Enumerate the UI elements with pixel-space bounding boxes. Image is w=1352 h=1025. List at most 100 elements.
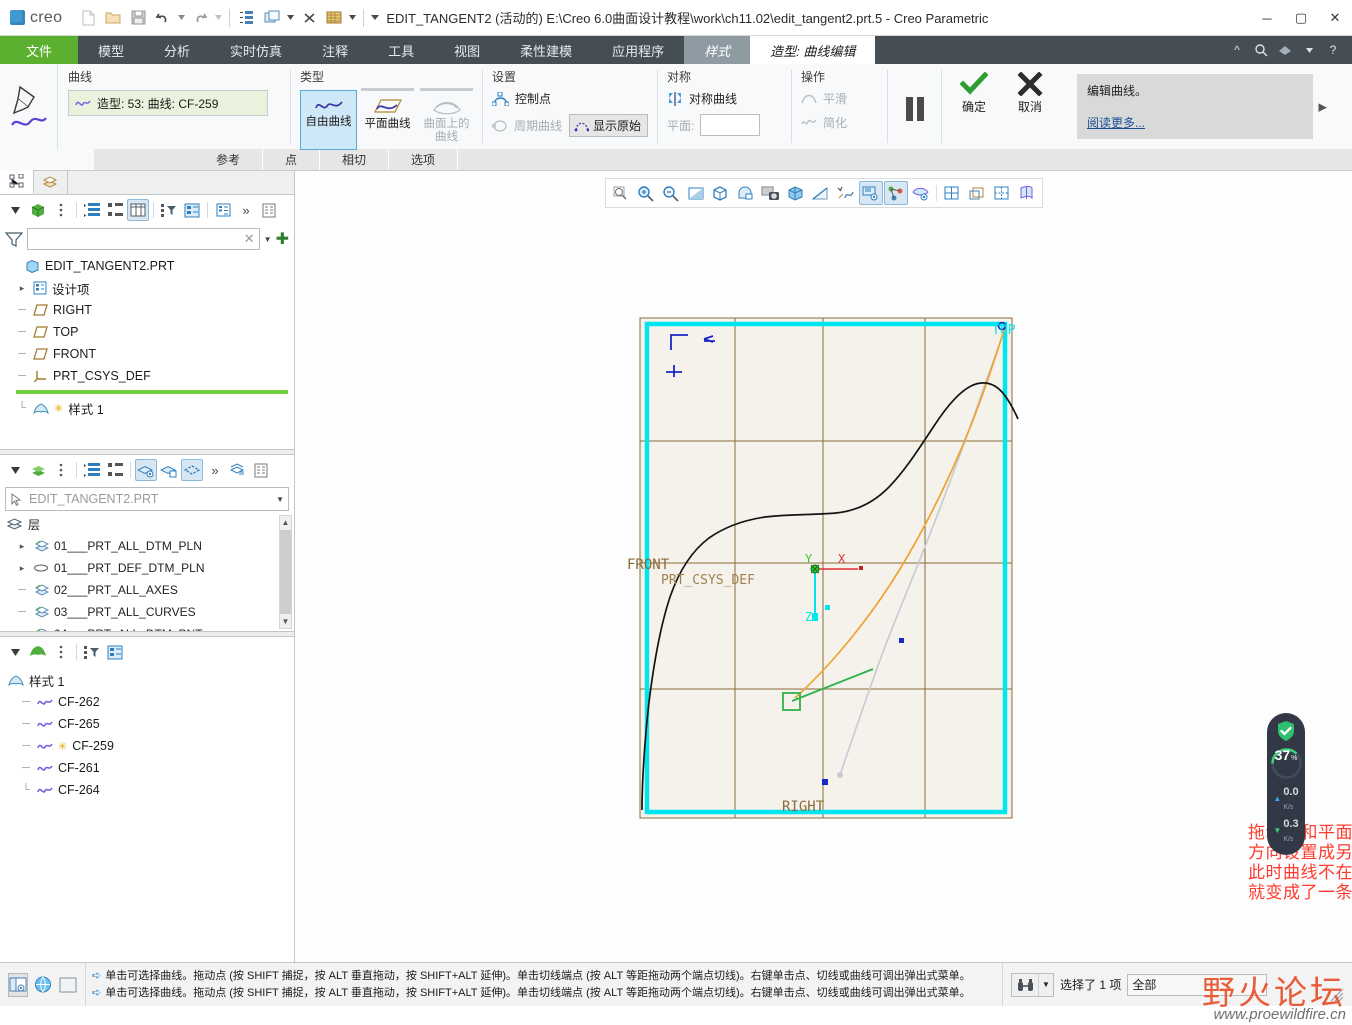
scroll-up-icon[interactable]: ▲ — [282, 516, 290, 529]
ribbon-tab-flexible-modeling[interactable]: 柔性建模 — [500, 36, 592, 64]
filter-dropdown-icon[interactable]: ▼ — [264, 235, 272, 244]
pause-button[interactable] — [887, 64, 941, 149]
ribbon-tab-model[interactable]: 模型 — [78, 36, 144, 64]
tree-node-csys[interactable]: ─ PRT_CSYS_DEF — [8, 365, 294, 387]
curve-selection-field[interactable]: 造型: 53: 曲线: CF-259 — [68, 90, 268, 116]
layer-tree-tab[interactable] — [34, 170, 68, 194]
window-dropdown-icon[interactable] — [285, 6, 296, 30]
planar-curve-button[interactable]: 平面曲线 — [359, 88, 416, 150]
model-tree-search-input[interactable] — [32, 232, 244, 246]
overflow-icon[interactable]: » — [235, 199, 257, 221]
zoom-out-icon[interactable] — [659, 181, 683, 205]
help-expand-icon[interactable]: ▶ — [1319, 100, 1327, 113]
style-curve-item[interactable]: ─ CF-262 — [8, 691, 294, 713]
help-icon[interactable]: ? — [1322, 36, 1344, 64]
style-options-icon[interactable] — [50, 641, 72, 663]
ribbon-tab-applications[interactable]: 应用程序 — [592, 36, 684, 64]
window-icon[interactable] — [260, 6, 284, 30]
navigator-toggle-icon[interactable] — [8, 972, 28, 997]
tree-node-front[interactable]: ─ FRONT — [8, 343, 294, 365]
close-window-icon[interactable] — [297, 6, 321, 30]
saved-orientation-icon[interactable] — [709, 181, 733, 205]
layer-select-icon[interactable] — [181, 459, 203, 481]
perspective-icon[interactable] — [809, 181, 833, 205]
display-dropdown-icon[interactable] — [347, 6, 358, 30]
show-original-button[interactable]: 显示原始 — [569, 114, 649, 137]
ribbon-tab-file[interactable]: 文件 — [0, 36, 79, 64]
selection-tool-combo[interactable]: ▼ — [1011, 972, 1054, 997]
layer-item[interactable]: ─ 02___PRT_ALL_AXES — [6, 579, 294, 601]
layer-model-dropdown-icon[interactable]: ▼ — [276, 495, 284, 504]
tree-node-right[interactable]: ─ RIGHT — [8, 299, 294, 321]
performance-widget[interactable]: 37% ▲ 0.0 K/s ▼ 0.3 K/s — [1267, 713, 1305, 855]
datum-display-icon[interactable] — [834, 181, 858, 205]
tree-columns-icon[interactable] — [127, 199, 149, 221]
subtab-tangency[interactable]: 相切 — [320, 149, 390, 170]
collapse-ribbon-icon[interactable]: ^ — [1226, 36, 1248, 64]
symmetric-curve-option[interactable]: 对称曲线 — [667, 90, 737, 107]
repaint-icon[interactable] — [684, 181, 708, 205]
display-style-icon[interactable] — [322, 6, 346, 30]
selection-dropdown-icon[interactable]: ▼ — [1038, 973, 1053, 996]
model-cube-icon[interactable] — [27, 199, 49, 221]
graphics-viewport[interactable]: TOP FRONT RIGHT PRT_CSYS_DEF Y X Z 拖动点和平… — [295, 171, 1352, 962]
style-filter-icon[interactable] — [81, 641, 103, 663]
account-icon[interactable] — [1274, 36, 1296, 64]
redo-icon[interactable] — [188, 6, 212, 30]
section-icon[interactable] — [965, 181, 989, 205]
tree-node-top[interactable]: ─ TOP — [8, 321, 294, 343]
model-tree-tab[interactable] — [0, 170, 34, 194]
layer-overflow-icon[interactable]: » — [204, 459, 226, 481]
ok-button[interactable]: 确定 — [951, 72, 997, 115]
model-tree-search-field[interactable]: ✕ — [27, 228, 260, 250]
tree-node-style-1[interactable]: └ ✳ 样式 1 — [8, 397, 294, 419]
layer-expander[interactable]: ▸ — [16, 541, 28, 552]
free-curve-button[interactable]: 自由曲线 — [300, 90, 357, 150]
refit-icon[interactable] — [609, 181, 633, 205]
expand-all-icon[interactable] — [81, 199, 103, 221]
read-more-link[interactable]: 阅读更多... — [1087, 114, 1303, 131]
redo-dropdown-icon[interactable] — [213, 6, 224, 30]
ribbon-tab-live-simulation[interactable]: 实时仿真 — [210, 36, 302, 64]
subtab-points[interactable]: 点 — [263, 149, 321, 170]
open-file-icon[interactable] — [101, 6, 125, 30]
layer-item[interactable]: ▸ 01___PRT_DEF_DTM_PLN — [6, 557, 294, 579]
ribbon-tab-curve-edit[interactable]: 造型: 曲线编辑 — [750, 36, 876, 64]
minimize-button[interactable]: ─ — [1250, 0, 1284, 36]
ribbon-tab-analysis[interactable]: 分析 — [144, 36, 210, 64]
qat-customize-icon[interactable] — [369, 6, 380, 30]
zoom-in-icon[interactable] — [634, 181, 658, 205]
tree-node-design-items[interactable]: ▸ 设计项 — [8, 277, 294, 299]
tree-node-part[interactable]: EDIT_TANGENT2.PRT — [8, 255, 294, 277]
undo-icon[interactable] — [151, 6, 175, 30]
search-icon[interactable] — [1250, 36, 1272, 64]
layer-new-icon[interactable] — [227, 459, 249, 481]
layer-scrollbar[interactable]: ▲ ▼ — [279, 515, 292, 629]
browser-toggle-icon[interactable] — [33, 973, 53, 997]
tree-detail-icon[interactable] — [258, 199, 280, 221]
grid-icon[interactable] — [940, 181, 964, 205]
snapshot-icon[interactable] — [759, 181, 783, 205]
tree-options-icon[interactable] — [50, 199, 72, 221]
cad-model-drawing[interactable]: TOP FRONT RIGHT PRT_CSYS_DEF Y X Z — [295, 171, 1352, 962]
layer-isolate-icon[interactable] — [158, 459, 180, 481]
layer-expand-icon[interactable] — [81, 459, 103, 481]
save-icon[interactable] — [126, 6, 150, 30]
tree-list-icon[interactable] — [212, 199, 234, 221]
layer-show-icon[interactable] — [135, 459, 157, 481]
ribbon-tab-tools[interactable]: 工具 — [368, 36, 434, 64]
layer-item[interactable]: ▸ 01___PRT_ALL_DTM_PLN — [6, 535, 294, 557]
scroll-down-icon[interactable]: ▼ — [282, 615, 290, 628]
resize-grip-icon[interactable] — [1330, 988, 1344, 1002]
close-button[interactable]: ✕ — [1318, 0, 1352, 36]
tree-display-icon[interactable] — [181, 199, 203, 221]
style-curve-item[interactable]: ─ CF-261 — [8, 757, 294, 779]
spin-center-icon[interactable] — [883, 181, 908, 205]
tree-filter-dropdown-icon[interactable] — [4, 199, 26, 221]
style-curve-item[interactable]: ─ CF-265 — [8, 713, 294, 735]
layer-detail-icon[interactable] — [250, 459, 272, 481]
chevron-down-icon[interactable] — [1298, 36, 1320, 64]
ribbon-tab-annotate[interactable]: 注释 — [302, 36, 368, 64]
style-curve-item[interactable]: └ CF-264 — [8, 779, 294, 801]
undo-dropdown-icon[interactable] — [176, 6, 187, 30]
